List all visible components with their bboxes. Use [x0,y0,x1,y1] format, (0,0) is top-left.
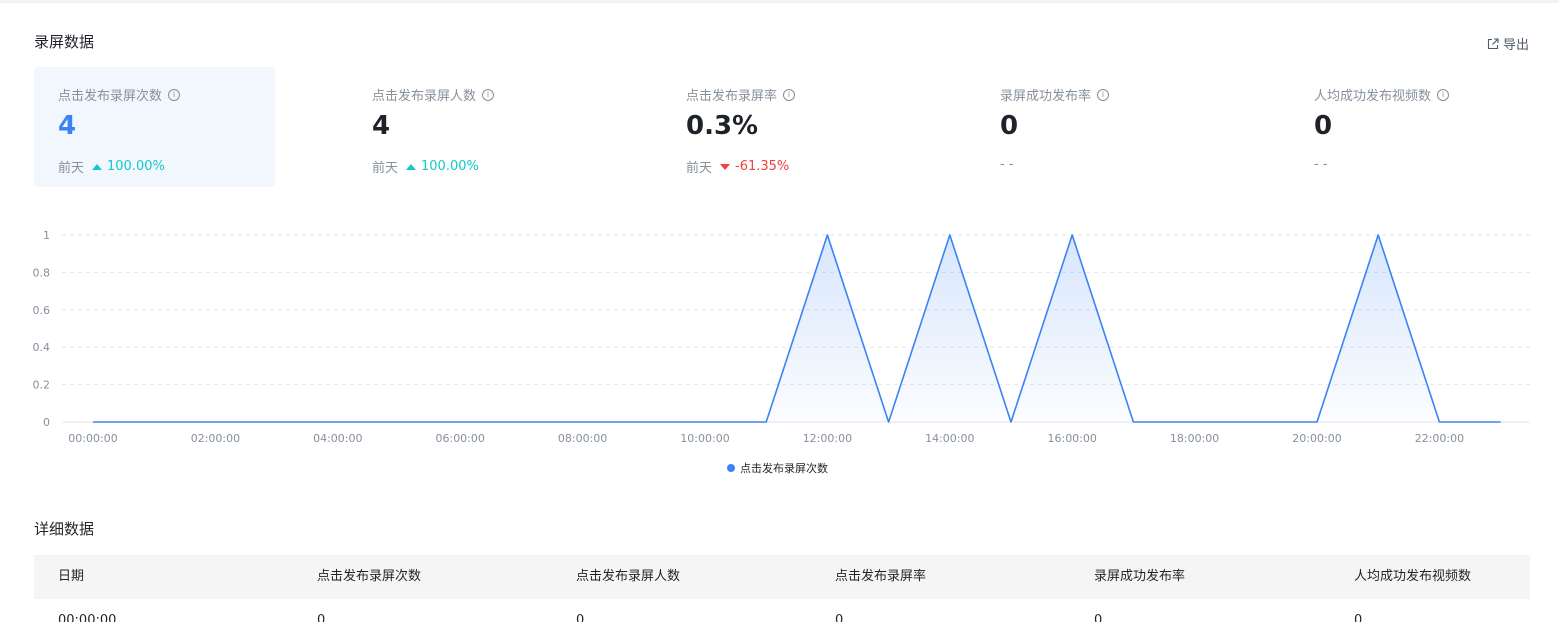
screen-recording-data-card: 录屏数据 导出 点击发布录屏次数 i 4 前天 100.00% 点击发布录屏人数 i 4 前天 1… [0,3,1559,622]
y-tick-label: 0.2 [33,379,51,392]
y-tick-label: 0.6 [33,304,51,317]
trend-value: 100.00% [421,159,479,174]
x-tick-label: 06:00:00 [435,432,484,445]
metric-label-text: 点击发布录屏率 [686,89,778,104]
trend-up-icon [92,163,103,170]
x-tick-label: 04:00:00 [313,432,362,445]
x-tick-label: 14:00:00 [925,432,974,445]
compare-label: 前天 [372,161,399,176]
column-header: 点击发布录屏次数 [317,569,422,584]
x-tick-label: 00:00:00 [68,432,117,445]
y-tick-label: 0 [43,416,50,429]
metric-label-text: 点击发布录屏次数 [58,89,163,104]
metric-label: 录屏成功发布率 i [1000,85,1110,104]
detail-title: 详细数据 [34,520,95,538]
metric-cards: 点击发布录屏次数 i 4 前天 100.00% 点击发布录屏人数 i 4 前天 100.00% 点击… [34,67,1534,187]
info-icon[interactable]: i [783,88,796,101]
info-icon[interactable]: i [482,88,495,101]
legend-label: 点击发布录屏次数 [740,462,828,475]
metric-value: 4 [372,111,391,141]
x-tick-label: 20:00:00 [1292,432,1341,445]
compare-label: 前天 [686,161,713,176]
table-cell: 0 [317,613,326,622]
x-tick-label: 12:00:00 [803,432,852,445]
x-tick-label: 16:00:00 [1047,432,1096,445]
table-cell: 0 [576,613,585,622]
x-tick-label: 08:00:00 [558,432,607,445]
chart-legend[interactable]: 点击发布录屏次数 [727,460,828,476]
compare-label: - - [1000,157,1014,172]
metric-label: 点击发布录屏次数 i [58,85,181,104]
metric-compare: 前天 -61.35% [686,157,789,176]
detail-table: 日期 点击发布录屏次数 点击发布录屏人数 点击发布录屏率 录屏成功发布率 人均成功发布视频… [34,555,1530,622]
metric-label: 点击发布录屏率 i [686,85,796,104]
table-cell: 00:00:00 [58,613,117,622]
trend-value: -61.35% [735,159,790,174]
x-tick-label: 02:00:00 [191,432,240,445]
metric-compare: 前天 100.00% [58,157,165,176]
section-title: 录屏数据 [34,33,95,51]
export-label: 导出 [1502,38,1529,53]
info-icon[interactable]: i [1437,88,1450,101]
metric-value: 0 [1314,111,1333,141]
info-icon[interactable]: i [168,88,181,101]
metric-value: 0 [1000,111,1019,141]
compare-label: 前天 [58,161,85,176]
table-row: 00:00:00 0 0 0 0 0 [34,599,1530,622]
metric-card[interactable]: 录屏成功发布率 i 0 - - [976,67,1217,187]
trend-indicator: 100.00% [92,159,165,174]
column-header: 录屏成功发布率 [1094,569,1186,584]
column-header: 日期 [58,569,85,584]
trend-indicator: 100.00% [406,159,479,174]
metric-value: 0.3% [686,111,759,141]
export-button[interactable]: 导出 [1487,34,1529,53]
table-header: 日期 点击发布录屏次数 点击发布录屏人数 点击发布录屏率 录屏成功发布率 人均成功发布视频… [34,555,1530,599]
y-tick-label: 0.4 [33,341,51,354]
x-tick-label: 18:00:00 [1170,432,1219,445]
table-cell: 0 [1354,613,1363,622]
metric-card[interactable]: 点击发布录屏率 i 0.3% 前天 -61.35% [662,67,903,187]
metric-label: 点击发布录屏人数 i [372,85,495,104]
y-tick-label: 1 [43,229,50,242]
trend-value: 100.00% [107,159,165,174]
metric-label-text: 点击发布录屏人数 [372,89,477,104]
legend-dot-icon [727,464,735,472]
metric-label-text: 人均成功发布视频数 [1314,89,1432,104]
export-icon [1487,37,1499,49]
metric-label: 人均成功发布视频数 i [1314,85,1450,104]
metric-card[interactable]: 人均成功发布视频数 i 0 - - [1290,67,1531,187]
trend-up-icon [406,163,417,170]
x-tick-label: 22:00:00 [1415,432,1464,445]
table-cell: 0 [835,613,844,622]
trend-down-icon [720,163,731,170]
trend-indicator: -61.35% [720,159,789,174]
trend-chart: 0 0.2 0.4 0.6 0.8 1 00:00:00 02:00:00 04:00:00 06… [33,229,1530,445]
metric-value: 4 [58,111,77,141]
table-cell: 0 [1094,613,1103,622]
y-tick-label: 0.8 [33,266,51,279]
table-body: 00:00:00 0 0 0 0 0 [34,599,1530,622]
metric-compare: 前天 100.00% [372,157,479,176]
metric-label-text: 录屏成功发布率 [1000,89,1092,104]
column-header: 点击发布录屏率 [835,569,927,584]
column-header: 人均成功发布视频数 [1354,569,1472,584]
metric-compare: - - [1314,157,1328,172]
metric-card[interactable]: 点击发布录屏人数 i 4 前天 100.00% [348,67,589,187]
x-tick-label: 10:00:00 [680,432,729,445]
compare-label: - - [1314,157,1328,172]
info-icon[interactable]: i [1097,88,1110,101]
metric-card[interactable]: 点击发布录屏次数 i 4 前天 100.00% [34,67,275,187]
column-header: 点击发布录屏人数 [576,569,681,584]
metric-compare: - - [1000,157,1014,172]
